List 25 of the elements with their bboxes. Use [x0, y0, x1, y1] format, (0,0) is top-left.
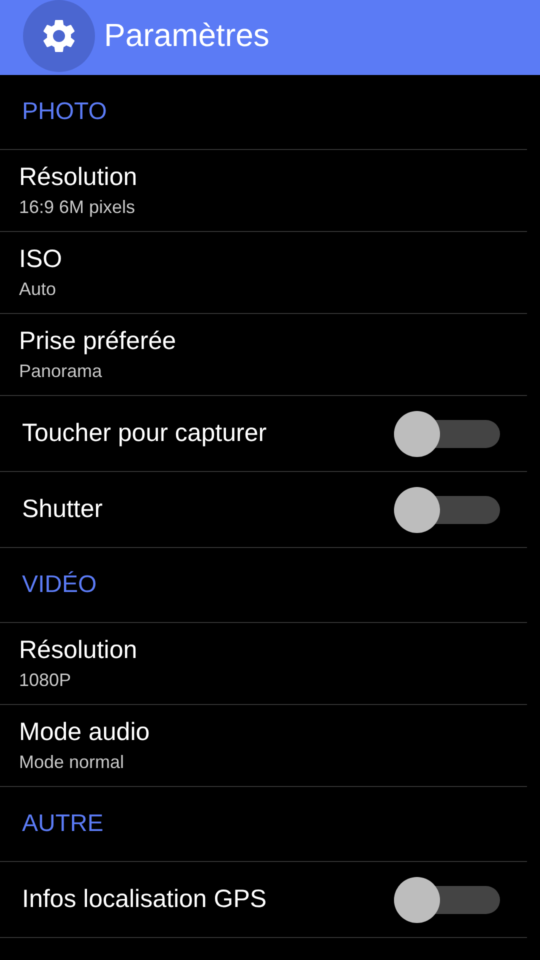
settings-item[interactable]: Résolution 16:9 6M pixels [0, 150, 527, 232]
switch-label: Infos localisation GPS [22, 885, 267, 914]
screen-title: Paramètres [104, 17, 270, 54]
settings-item[interactable]: Prise préferée Panorama [0, 314, 527, 396]
item-summary: Panorama [19, 361, 102, 382]
item-summary: 1080P [19, 670, 72, 691]
item-summary: Auto [19, 279, 56, 300]
toggle-switch[interactable] [394, 876, 500, 922]
settings-item[interactable]: Mode audio Mode normal [0, 705, 527, 787]
item-title: Résolution [19, 163, 138, 192]
item-title: Prise préferée [19, 327, 176, 356]
section-header: AUTRE [22, 810, 104, 838]
item-title: Résolution [19, 636, 138, 665]
switch-label: Toucher pour capturer [22, 419, 267, 448]
item-summary: 16:9 6M pixels [19, 197, 136, 218]
toggle-switch[interactable] [394, 410, 500, 456]
settings-item[interactable]: Résolution 1080P [0, 623, 527, 705]
section-header: PHOTO [22, 98, 107, 126]
item-title: Mode audio [19, 718, 150, 747]
item-summary: Mode normal [19, 752, 124, 773]
section-header: VIDÉO [22, 571, 97, 599]
toggle-switch[interactable] [394, 486, 500, 532]
item-title: ISO [19, 245, 62, 274]
switch-label: Shutter [22, 495, 103, 524]
settings-item[interactable]: ISO Auto [0, 232, 527, 314]
